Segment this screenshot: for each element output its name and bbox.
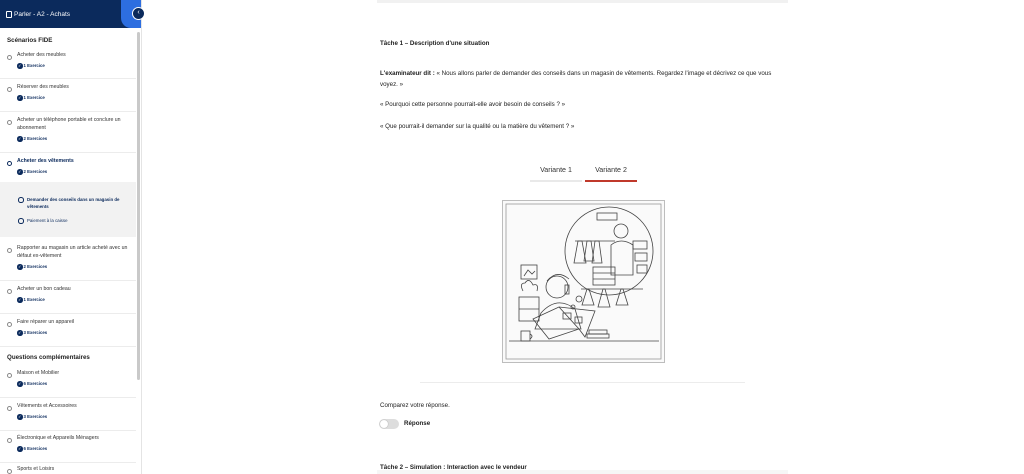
- sidebar-scrollbar[interactable]: [137, 32, 140, 380]
- scenario-radio: [7, 248, 12, 253]
- illustration-svg: [505, 203, 662, 360]
- sub-item-demander-conseils[interactable]: Demander des conseils dans un magasin de…: [18, 196, 130, 212]
- course-title: Parler - A2 - Achats: [14, 10, 70, 18]
- exercise-count-badge: ✓ 6 Exercices: [17, 381, 47, 387]
- sidebar-scenario-item[interactable]: Réserver des meubles ✓ 1 Exercice: [0, 84, 136, 112]
- task1-title: Tâche 1 – Description d'une situation: [380, 40, 490, 47]
- sidebar-question-item[interactable]: Vêtements et Accessoires ✓ 3 Exercices: [0, 403, 136, 431]
- sidebar-scenario-item[interactable]: Rapporter au magasin un article acheté a…: [0, 245, 136, 281]
- situation-illustration: [502, 200, 665, 363]
- toggle-label: Réponse: [404, 420, 431, 427]
- question-radio: [7, 438, 12, 443]
- scenario-label: Faire réparer un appareil: [17, 319, 75, 325]
- scenario-label: Rapporter au magasin un article acheté a…: [17, 245, 128, 259]
- badge-text: 3 Exercices: [23, 330, 48, 336]
- scenario-radio: [7, 87, 12, 92]
- scenario-label: Acheter un bon cadeau: [17, 286, 71, 292]
- examiner-paragraph: L'examinateur dit : « Nous allons parler…: [380, 68, 790, 90]
- sidebar-question-item[interactable]: Sports et Loisirs: [0, 466, 136, 474]
- question-label: Vêtements et Accessoires: [17, 403, 77, 409]
- book-icon: [6, 10, 12, 18]
- variant-tabs: Variante 1 Variante 2: [530, 158, 640, 184]
- badge-text: 2 Exercices: [23, 136, 48, 142]
- tab-underline-inactive: [530, 180, 582, 182]
- chevron-left-icon: ‹: [137, 9, 140, 16]
- exercise-count-badge: ✓ 1 Exercice: [17, 95, 45, 101]
- tab-variante-1[interactable]: Variante 1: [530, 158, 582, 181]
- badge-text: 2 Exercices: [23, 169, 48, 175]
- exercise-count-badge: ✓ 2 Exercices: [17, 264, 47, 270]
- badge-text: 3 Exercices: [23, 414, 48, 420]
- sidebar-scenario-item[interactable]: Faire réparer un appareil ✓ 3 Exercices: [0, 319, 136, 347]
- scenario-radio: [7, 289, 12, 294]
- question-label: Maison et Mobilier: [17, 370, 60, 376]
- scenario-label: Réserver des meubles: [17, 84, 69, 90]
- check-icon: ✓: [17, 169, 23, 175]
- check-icon: ✓: [17, 414, 23, 420]
- scenario-radio: [7, 55, 12, 60]
- examiner-text: « Nous allons parler de demander des con…: [380, 70, 772, 88]
- exercise-count-badge: ✓ 1 Exercice: [17, 63, 45, 69]
- scenario-radio: [7, 322, 12, 327]
- tab-underline-active: [585, 180, 637, 182]
- badge-text: 1 Exercice: [23, 63, 45, 69]
- answer-toggle[interactable]: [379, 419, 399, 429]
- question-2: « Que pourrait-il demander sur la qualit…: [380, 123, 575, 130]
- sub-exercise-panel: Demander des conseils dans un magasin de…: [0, 182, 136, 237]
- sub-item-label: Demander des conseils dans un magasin de…: [27, 197, 120, 209]
- question-radio: [7, 373, 12, 378]
- compare-text: Comparez votre réponse.: [380, 402, 450, 409]
- exercise-count-badge: ✓ 6 Exercices: [17, 446, 47, 452]
- exercise-count-badge: ✓ 1 Exercice: [17, 297, 45, 303]
- sidebar-scenario-item[interactable]: Acheter des meubles ✓ 1 Exercice: [0, 52, 136, 79]
- check-icon: ✓: [17, 330, 23, 336]
- sub-item-paiement[interactable]: Paiement à la caisse: [18, 217, 130, 226]
- sidebar-question-item[interactable]: Maison et Mobilier ✓ 6 Exercices: [0, 370, 136, 398]
- badge-text: 1 Exercice: [23, 95, 45, 101]
- check-icon: ✓: [17, 446, 23, 452]
- previous-card-edge: [377, 0, 788, 3]
- sidebar-scenario-item[interactable]: Acheter un bon cadeau ✓ 1 Exercice: [0, 286, 136, 314]
- section-title-questions: Questions complémentaires: [7, 354, 90, 361]
- check-icon: ✓: [17, 63, 23, 69]
- question-radio: [7, 469, 12, 474]
- check-icon: ✓: [17, 381, 23, 387]
- scenario-label: Acheter des meubles: [17, 52, 66, 58]
- badge-text: 2 Exercices: [23, 264, 48, 270]
- check-icon: ✓: [17, 297, 23, 303]
- toggle-knob: [380, 420, 388, 428]
- sidebar-scenario-item[interactable]: Acheter des vêtements ✓ 2 Exercices: [0, 158, 136, 182]
- sub-radio: [18, 197, 24, 203]
- sidebar-question-item[interactable]: Électronique et Appareils Ménagers ✓ 6 Exe…: [0, 435, 136, 463]
- content-divider: [420, 382, 745, 383]
- tab-variante-2[interactable]: Variante 2: [585, 158, 637, 181]
- question-label: Électronique et Appareils Ménagers: [17, 435, 99, 441]
- scenario-label: Acheter un téléphone portable et conclur…: [17, 117, 121, 131]
- sidebar-scenario-item[interactable]: Acheter un téléphone portable et conclur…: [0, 117, 136, 153]
- sidebar: Parler - A2 - Achats Scénarios FIDE Ache…: [0, 0, 142, 474]
- scenario-radio: [7, 161, 12, 166]
- section-title-scenarios: Scénarios FIDE: [7, 37, 53, 44]
- question-label: Sports et Loisirs: [17, 466, 55, 472]
- exercise-count-badge: ✓ 3 Exercices: [17, 414, 47, 420]
- exercise-count-badge: ✓ 3 Exercices: [17, 330, 47, 336]
- question-radio: [7, 406, 12, 411]
- exercise-count-badge: ✓ 2 Exercices: [17, 169, 47, 175]
- sub-item-label: Paiement à la caisse: [27, 218, 68, 223]
- examiner-label: L'examinateur dit :: [380, 70, 435, 77]
- badge-text: 6 Exercices: [23, 381, 48, 387]
- check-icon: ✓: [17, 95, 23, 101]
- exercise-count-badge: ✓ 2 Exercices: [17, 136, 47, 142]
- scenario-label: Acheter des vêtements: [17, 158, 74, 164]
- check-icon: ✓: [17, 136, 23, 142]
- scenario-radio: [7, 120, 12, 125]
- sub-radio: [18, 218, 24, 224]
- card-bottom-edge: [377, 470, 788, 474]
- collapse-sidebar-button[interactable]: ‹: [132, 7, 145, 20]
- question-1: « Pourquoi cette personne pourrait-elle …: [380, 101, 566, 108]
- check-icon: ✓: [17, 264, 23, 270]
- badge-text: 6 Exercices: [23, 446, 48, 452]
- badge-text: 1 Exercice: [23, 297, 45, 303]
